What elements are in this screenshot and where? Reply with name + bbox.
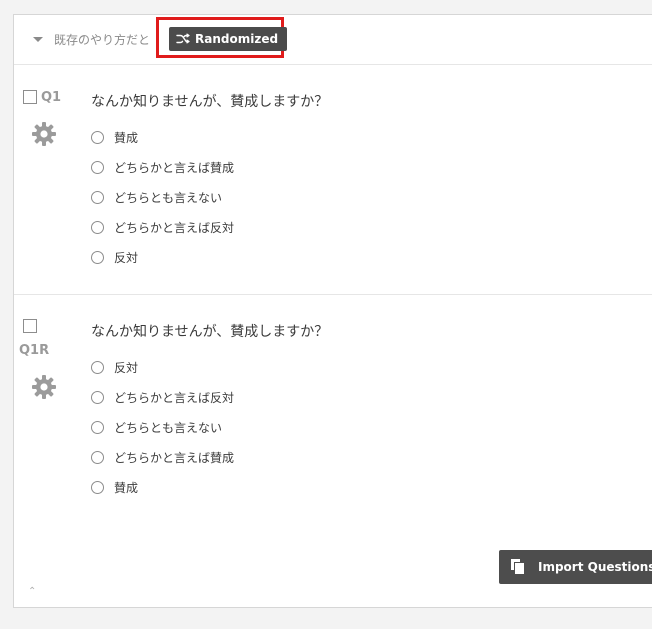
choice-label: どちらとも言えない [114, 420, 223, 435]
choice-option[interactable]: どちらとも言えない [91, 412, 234, 442]
choice-label: どちらかと言えば反対 [114, 390, 235, 405]
choice-option[interactable]: 反対 [91, 242, 234, 272]
randomized-badge[interactable]: Randomized [169, 27, 288, 51]
radio-button[interactable] [91, 360, 104, 374]
choice-label: 反対 [114, 250, 139, 265]
choice-list: 賛成 どちらかと言えば賛成 どちらとも言えない どちらかと言えば反対 反対 [91, 122, 234, 272]
choice-option[interactable]: 賛成 [91, 122, 234, 152]
choice-label: 賛成 [114, 130, 139, 145]
radio-button[interactable] [91, 130, 104, 144]
radio-button[interactable] [91, 390, 104, 404]
gear-icon[interactable] [31, 121, 57, 147]
choice-list: 反対 どちらかと言えば反対 どちらとも言えない どちらかと言えば賛成 賛成 [91, 352, 234, 502]
radio-button[interactable] [91, 450, 104, 464]
choice-option[interactable]: どちらかと言えば反対 [91, 382, 234, 412]
gear-icon[interactable] [31, 374, 57, 400]
radio-button[interactable] [91, 190, 104, 204]
randomized-highlight-box: Randomized [156, 17, 288, 58]
choice-label: どちらかと言えば賛成 [114, 160, 235, 175]
shuffle-icon [176, 33, 190, 44]
import-questions-button[interactable]: Import Questions F [499, 550, 652, 584]
survey-editor: 既存のやり方だと Randomized Q1 なんか知りませんが、賛成しますか？… [0, 0, 652, 629]
choice-option[interactable]: どちらかと言えば賛成 [91, 152, 234, 182]
block-title[interactable]: 既存のやり方だと [54, 31, 150, 48]
block-header: 既存のやり方だと Randomized [14, 15, 652, 65]
question-q1: Q1 なんか知りませんが、賛成しますか？ 賛成 どちらかと言えば賛成 どちらとも… [14, 65, 652, 295]
radio-button[interactable] [91, 160, 104, 174]
question-number: Q1R [19, 343, 50, 358]
collapse-triangle-icon[interactable] [33, 37, 43, 42]
choice-option[interactable]: 反対 [91, 352, 234, 382]
radio-button[interactable] [91, 220, 104, 234]
question-q1r: Q1R なんか知りませんが、賛成しますか？ 反対 どちらかと言えば反対 どちらと… [14, 295, 652, 555]
radio-button[interactable] [91, 480, 104, 494]
question-text[interactable]: なんか知りませんが、賛成しますか？ [91, 91, 328, 111]
question-text[interactable]: なんか知りませんが、賛成しますか？ [91, 321, 328, 341]
choice-option[interactable]: どちらとも言えない [91, 182, 234, 212]
question-select-checkbox[interactable] [23, 319, 37, 333]
choice-option[interactable]: どちらかと言えば反対 [91, 212, 234, 242]
choice-label: 賛成 [114, 480, 139, 495]
radio-button[interactable] [91, 420, 104, 434]
question-number: Q1 [41, 90, 62, 105]
randomized-label: Randomized [195, 32, 279, 46]
copy-icon [510, 558, 528, 576]
import-questions-label: Import Questions F [538, 560, 652, 574]
choice-option[interactable]: 賛成 [91, 472, 234, 502]
choice-label: どちらとも言えない [114, 190, 223, 205]
choice-option[interactable]: どちらかと言えば賛成 [91, 442, 234, 472]
question-select-checkbox[interactable] [23, 90, 37, 104]
choice-label: 反対 [114, 360, 139, 375]
choice-label: どちらかと言えば賛成 [114, 450, 235, 465]
question-block: 既存のやり方だと Randomized Q1 なんか知りませんが、賛成しますか？… [13, 14, 652, 608]
radio-button[interactable] [91, 250, 104, 264]
chevron-up-icon[interactable]: ⌃ [28, 587, 37, 597]
choice-label: どちらかと言えば反対 [114, 220, 235, 235]
